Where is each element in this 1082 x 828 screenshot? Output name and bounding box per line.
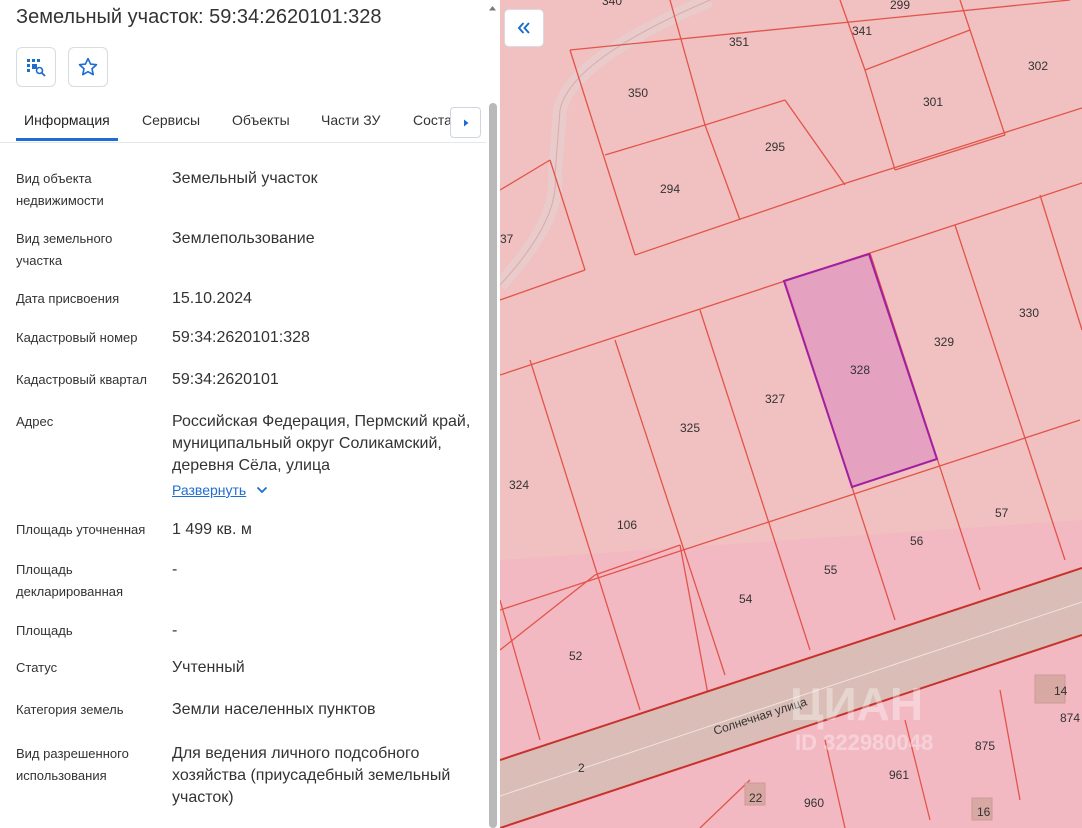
plot-number: 330 (1019, 306, 1039, 320)
field-value: 1 499 кв. м (172, 521, 252, 538)
active-tab-indicator (16, 138, 118, 141)
field-label: Кадастровый номер (16, 330, 138, 345)
plot-number: 961 (889, 768, 909, 782)
tab-information[interactable]: Информация (24, 112, 110, 128)
plot-number: 57 (995, 506, 1009, 520)
page-title: Земельный участок: 59:34:2620101:328 (16, 6, 382, 28)
plot-number: 302 (1028, 59, 1048, 73)
caret-right-icon (463, 119, 468, 126)
tab-objects[interactable]: Объекты (232, 112, 290, 128)
locate-plot-icon (27, 59, 46, 77)
field-value: 59:34:2620101:328 (172, 329, 310, 346)
field-label: Вид объекта недвижимости (16, 171, 104, 208)
field-label: Площадь (16, 623, 73, 638)
plot-number: 22 (749, 791, 763, 805)
watermark-logo: ЦИАН (790, 678, 923, 730)
scroll-up-icon[interactable] (488, 4, 497, 12)
field-value: 15.10.2024 (172, 290, 253, 307)
plot-number: 324 (509, 478, 529, 492)
field-value: - (172, 622, 178, 639)
field-label: Площадь декларированная (16, 562, 124, 599)
scrollbar-thumb[interactable] (489, 103, 497, 828)
field-label: Площадь уточненная (16, 522, 146, 537)
plot-number: 16 (977, 805, 991, 819)
field-value-address: Российская Федерация, Пермский край, мун… (172, 413, 471, 474)
plot-number: 341 (852, 24, 872, 38)
field-label: Статус (16, 660, 58, 675)
field-value: Для ведения личного подсобного хозяйства… (172, 745, 451, 806)
double-chevron-left-icon (517, 22, 530, 34)
tab-parcel-parts[interactable]: Части ЗУ (321, 112, 380, 128)
field-label: Адрес (16, 414, 54, 429)
plot-number: 960 (804, 796, 824, 810)
tabs-scroll-right-button[interactable] (450, 107, 481, 138)
plot-number: 329 (934, 335, 954, 349)
tab-composition[interactable]: Соста (413, 112, 452, 128)
plot-number: 37 (500, 232, 514, 246)
plot-number: 54 (739, 592, 753, 606)
field-value: Земли населенных пунктов (172, 701, 376, 718)
plot-number: 350 (628, 86, 648, 100)
field-label: Категория земель (16, 702, 124, 717)
plot-number: 52 (569, 649, 583, 663)
favorite-button[interactable] (68, 47, 108, 87)
field-value: Учтенный (172, 659, 245, 676)
plot-number: 56 (910, 534, 924, 548)
plot-number: 340 (602, 0, 622, 8)
expand-link-label: Развернуть (172, 482, 247, 498)
plot-number: 875 (975, 739, 995, 753)
tab-services[interactable]: Сервисы (142, 112, 200, 128)
plot-number: 295 (765, 140, 785, 154)
plot-number: 351 (729, 35, 749, 49)
plot-number: 328 (850, 363, 870, 377)
plot-number: 294 (660, 182, 680, 196)
field-label: Кадастровый квартал (16, 372, 147, 387)
field-label: Дата присвоения (16, 291, 120, 306)
plot-number: 327 (765, 392, 785, 406)
chevron-down-icon (257, 486, 268, 494)
plot-number: 301 (923, 95, 943, 109)
collapse-panel-button[interactable] (504, 9, 544, 47)
field-label: Вид разрешенного использования (16, 746, 129, 783)
plot-number: 106 (617, 518, 637, 532)
plot-number: 325 (680, 421, 700, 435)
expand-address-link[interactable]: Развернуть (172, 482, 268, 498)
tab-bar: Информация Сервисы Объекты Части ЗУ Сост… (0, 100, 486, 143)
map-canvas[interactable]: Солнечная улица ЦИАН ID 322980048 340 29… (500, 0, 1082, 828)
plot-number: 299 (890, 0, 910, 12)
plot-number: 2 (578, 761, 585, 775)
field-label: Вид земельного участка (16, 231, 113, 268)
field-value: - (172, 561, 178, 578)
cadastral-map[interactable]: Солнечная улица ЦИАН ID 322980048 340 29… (500, 0, 1082, 828)
field-value: Землепользование (172, 230, 315, 247)
field-value: Земельный участок (172, 170, 318, 187)
info-panel: Земельный участок: 59:34:2620101:328 Инф… (0, 0, 500, 828)
watermark-id: ID 322980048 (795, 730, 933, 755)
plot-number: 55 (824, 563, 838, 577)
locate-on-map-button[interactable] (16, 47, 56, 87)
star-icon (78, 57, 98, 76)
plot-number: 874 (1060, 711, 1080, 725)
field-value: 59:34:2620101 (172, 371, 279, 388)
plot-number: 14 (1054, 684, 1068, 698)
